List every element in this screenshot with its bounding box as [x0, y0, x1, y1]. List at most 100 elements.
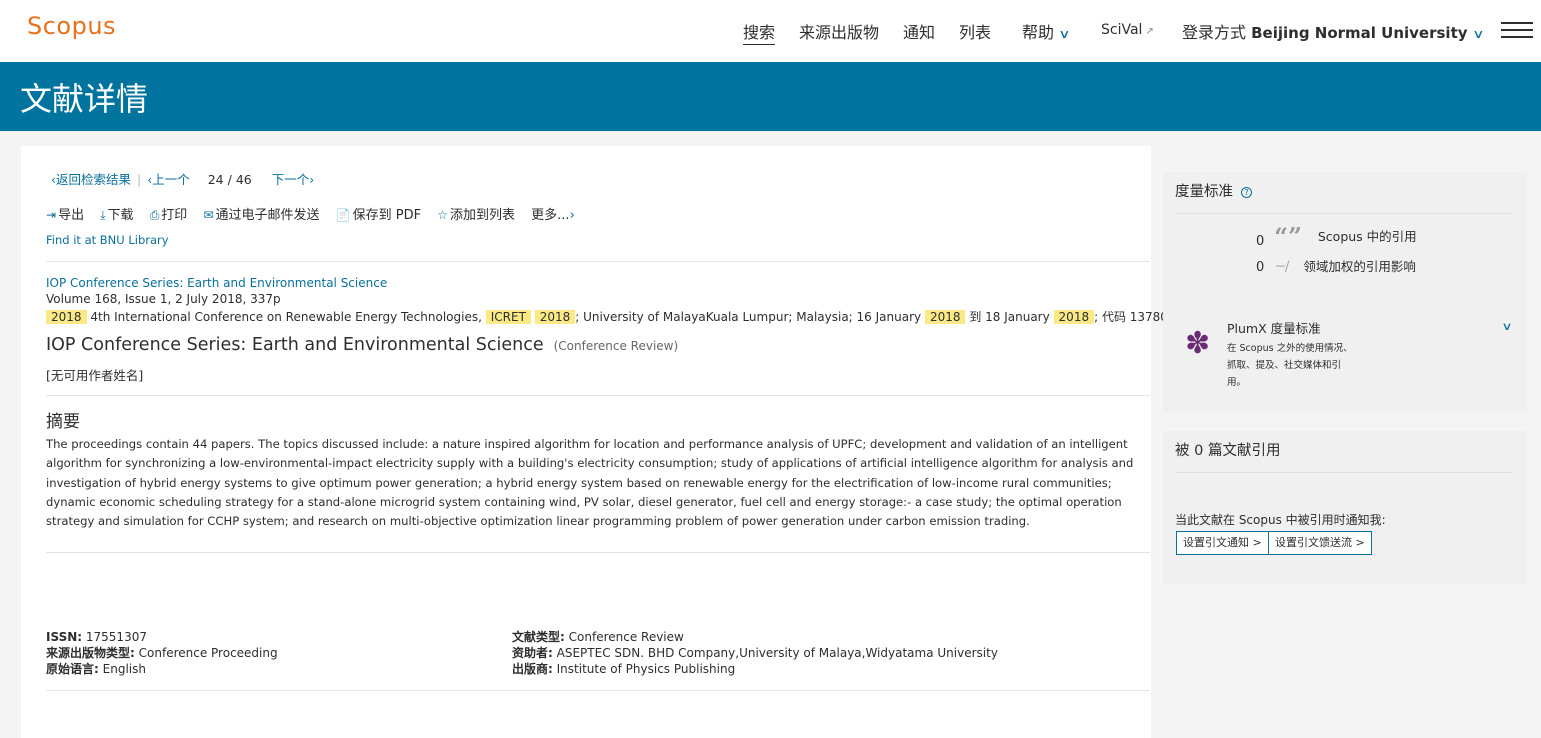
scopus-logo[interactable]: Scopus [27, 12, 116, 40]
next-link[interactable]: 下一个› [272, 172, 315, 187]
doc-type-value: Conference Review [568, 630, 684, 644]
highlight: 2018 [1053, 310, 1095, 324]
set-citation-feed-button[interactable]: 设置引文馈送流 > [1268, 531, 1372, 555]
language-label: 原始语言: [46, 662, 99, 676]
sponsor-row: 资助者: ASEPTEC SDN. BHD Company,University… [512, 645, 998, 661]
citation-count: 0 [1256, 234, 1265, 249]
plumx-icon: ✽ [1185, 326, 1211, 361]
issn-label: ISSN: [46, 630, 83, 644]
metrics-panel: 度量标准? 0 “” Scopus 中的引用 0 ─∕ 领域加权的引用影响 ✽ … [1163, 172, 1527, 413]
chevron-down-icon: ∨ [1058, 27, 1071, 41]
conference-name: 4th International Conference on Renewabl… [90, 310, 482, 324]
nav-search[interactable]: 搜索 [743, 19, 776, 45]
quote-icon: “” [1274, 222, 1302, 251]
nav-help[interactable]: 帮助 ∨ [1022, 19, 1071, 43]
document-type: (Conference Review) [553, 339, 679, 353]
highlight: 2018 [46, 310, 87, 324]
publisher-value: Institute of Physics Publishing [556, 662, 736, 676]
notify-text: 当此文献在 Scopus 中被引用时通知我: [1175, 513, 1386, 527]
doc-type-label: 文献类型: [512, 630, 565, 644]
previous-label: 上一个 [152, 172, 190, 187]
email-button[interactable]: ✉ 通过电子邮件发送 [203, 204, 319, 223]
index-separator: / [227, 172, 232, 187]
metrics-title-text: 度量标准 [1175, 184, 1233, 200]
language-value: English [102, 662, 146, 676]
back-label: 返回检索结果 [56, 172, 132, 187]
page-title: 文献详情 [20, 80, 149, 118]
nav-sources[interactable]: 来源出版物 [799, 19, 879, 43]
download-button[interactable]: ⤓ 下载 [100, 204, 133, 223]
export-label: 导出 [58, 208, 85, 223]
issn-row: ISSN: 17551307 [46, 629, 278, 645]
nav-lists[interactable]: 列表 [959, 19, 991, 43]
nav-alerts[interactable]: 通知 [903, 19, 935, 43]
current-index: 24 [207, 172, 224, 187]
highlight: ICRET [485, 310, 531, 324]
print-button[interactable]: ⎙ 打印 [150, 204, 188, 223]
previous-link[interactable]: ‹上一个 [147, 172, 190, 187]
divider [46, 395, 1150, 396]
divider [46, 552, 1150, 553]
email-label: 通过电子邮件发送 [215, 208, 320, 223]
document-details: ‹返回检索结果 | ‹上一个 24 / 46 下一个› ⇥ 导出 ⤓ 下载 ⎙ 打印 ✉ 通… [21, 146, 1176, 738]
issn-value: 17551307 [85, 630, 147, 644]
conference-place: ; University of MalayaKuala Lumpur; Mala… [575, 310, 922, 324]
doc-type-row: 文献类型: Conference Review [512, 629, 998, 645]
back-to-results-link[interactable]: ‹返回检索结果 [51, 172, 131, 187]
fwci-metric[interactable]: 0 ─∕ 领域加权的引用影响 [1256, 256, 1416, 275]
metadata-right: 文献类型: Conference Review 资助者: ASEPTEC SDN… [512, 629, 998, 677]
document-toolbar: ⇥ 导出 ⤓ 下载 ⎙ 打印 ✉ 通过电子邮件发送 📄 保存到 PDF ☆ 添加到列表 更多… [46, 204, 587, 223]
login-prefix: 登录方式 [1182, 23, 1247, 42]
next-label: 下一个 [271, 172, 310, 187]
total-count: 46 [235, 172, 252, 187]
nav-scival[interactable]: SciVal ↗ [1101, 19, 1154, 38]
language-row: 原始语言: English [46, 661, 278, 677]
citation-label: Scopus 中的引用 [1317, 229, 1417, 244]
metrics-title: 度量标准? [1175, 180, 1252, 201]
plumx-link[interactable]: PlumX 度量标准 [1227, 318, 1321, 337]
nav-help-label: 帮助 [1022, 23, 1055, 42]
email-icon: ✉ [203, 208, 214, 222]
document-title-text: IOP Conference Series: Earth and Environ… [46, 335, 544, 355]
sponsor-value: ASEPTEC SDN. BHD Company,University of M… [556, 646, 998, 660]
star-icon: ☆ [437, 208, 448, 222]
chevron-down-icon[interactable]: ∨ [1501, 320, 1512, 333]
more-label: 更多... [531, 208, 570, 223]
add-to-list-label: 添加到列表 [450, 208, 516, 223]
set-citation-alert-button[interactable]: 设置引文通知 > [1176, 531, 1269, 555]
print-icon: ⎙ [149, 208, 160, 222]
save-pdf-button[interactable]: 📄 保存到 PDF [336, 204, 421, 223]
nav-login[interactable]: 登录方式 Beijing Normal University ∨ [1182, 19, 1484, 43]
save-pdf-label: 保存到 PDF [352, 208, 422, 223]
authors: [无可用作者姓名] [46, 368, 144, 383]
add-to-list-button[interactable]: ☆ 添加到列表 [437, 204, 515, 223]
divider [46, 261, 1150, 262]
find-it-link[interactable]: Find it at BNU Library [46, 233, 169, 247]
more-button[interactable]: 更多...› [531, 204, 575, 223]
export-button[interactable]: ⇥ 导出 [46, 204, 84, 223]
balance-icon: ─∕ [1276, 259, 1290, 275]
publisher-label: 出版商: [512, 662, 553, 676]
conference-info: 2018 4th International Conference on Ren… [46, 308, 1176, 325]
source-type-label: 来源出版物类型: [46, 646, 135, 660]
institution-name: Beijing Normal University [1251, 24, 1468, 42]
export-icon: ⇥ [46, 208, 57, 222]
top-nav: Scopus 搜索 来源出版物 通知 列表 帮助 ∨ SciVal ↗ 登录方式 B… [0, 0, 1541, 62]
divider [1175, 213, 1513, 214]
document-title: IOP Conference Series: Earth and Environ… [46, 335, 678, 355]
source-title-link[interactable]: IOP Conference Series: Earth and Environ… [46, 276, 387, 290]
help-icon[interactable]: ? [1241, 187, 1252, 198]
cited-by-panel: 被 0 篇文献引用 当此文献在 Scopus 中被引用时通知我: 设置引文通知 … [1163, 431, 1527, 584]
publisher-row: 出版商: Institute of Physics Publishing [512, 661, 998, 677]
metadata-left: ISSN: 17551307 来源出版物类型: Conference Proce… [46, 629, 278, 677]
divider [1175, 472, 1513, 473]
sponsor-label: 资助者: [512, 646, 553, 660]
plumx-description: 在 Scopus 之外的使用情况、抓取、提及、社交媒体和引用。 [1227, 343, 1353, 388]
volume-info: Volume 168, Issue 1, 2 July 2018, 337p [46, 292, 281, 306]
nav-scival-label: SciVal [1101, 22, 1143, 38]
citation-metric[interactable]: 0 “” Scopus 中的引用 [1256, 222, 1417, 251]
menu-icon[interactable] [1501, 22, 1533, 38]
highlight: 2018 [924, 310, 966, 324]
result-navigation: ‹返回检索结果 | ‹上一个 24 / 46 下一个› [51, 172, 315, 187]
divider [46, 690, 1150, 691]
